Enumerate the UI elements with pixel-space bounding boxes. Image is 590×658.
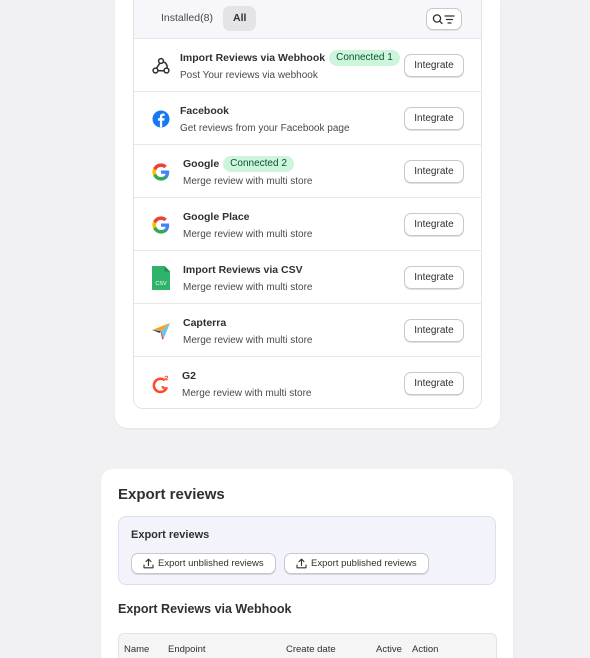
integrate-button[interactable]: Integrate [404,319,464,342]
integration-title: Import Reviews via Webhook [180,52,326,64]
integrate-button[interactable]: Integrate [404,160,464,183]
export-unpublished-button[interactable]: Export unblished reviews [131,553,276,574]
integration-title-line: Facebook [180,102,229,120]
integration-title-line: Google Connected 2 [183,155,294,173]
status-badge: Connected 1 [329,50,400,66]
capterra-icon [152,323,170,340]
integrate-button[interactable]: Integrate [404,213,464,236]
csv-icon-text: CSV [155,281,167,287]
integration-row-csv: CSV Import Reviews via CSV Merge review … [134,251,481,304]
export-published-label: Export published reviews [311,558,417,569]
integration-title: Facebook [180,105,230,117]
integration-title-line: Capterra [183,314,226,332]
export-reviews-heading: Export reviews [118,486,225,503]
tab-installed[interactable]: Installed(8) [153,6,221,31]
search-filter-icon [432,14,455,25]
integration-row-google: Google Connected 2 Merge review with mul… [134,145,481,198]
integration-row-google-place: Google Place Merge review with multi sto… [134,198,481,251]
column-header-action: Action [412,644,439,655]
integration-row-webhook: Import Reviews via Webhook Connected 1 P… [134,39,481,92]
export-published-button[interactable]: Export published reviews [284,553,429,574]
integration-title-line: G2 [182,367,196,385]
integration-title: Google [183,158,220,170]
csv-file-icon: CSV [152,266,170,290]
google-icon [152,216,170,234]
export-reviews-box: Export reviews Export unblished reviews … [118,516,496,585]
column-header-name: Name [124,644,150,655]
integration-title-line: Import Reviews via Webhook Connected 1 [180,49,400,67]
filter-tab-bar: Installed(8) All [134,0,481,39]
integration-description: Merge review with multi store [183,176,313,187]
integrations-list-panel: Installed(8) All Import Reviews via Webh… [133,0,482,409]
integration-title: G2 [182,370,197,382]
integration-title: Capterra [183,317,227,329]
integration-description: Merge review with multi store [183,229,313,240]
facebook-icon [152,110,170,128]
column-header-active: Active [376,644,402,655]
integration-title-line: Google Place [183,208,250,226]
column-header-create-date: Create date [286,644,336,655]
integrate-button[interactable]: Integrate [404,372,464,395]
integration-description: Get reviews from your Facebook page [180,123,350,134]
export-reviews-card: Export reviews Export reviews Export unb… [101,469,513,658]
integration-description: Merge review with multi store [183,335,313,346]
status-badge: Connected 2 [223,156,294,172]
export-unpublished-label: Export unblished reviews [158,558,264,569]
webhook-icon [152,57,170,74]
integration-description: Post Your reviews via webhook [180,70,318,81]
integration-description: Merge review with multi store [183,282,313,293]
webhook-export-heading: Export Reviews via Webhook [118,602,292,616]
integration-row-g2: G2 Merge review with multi store Integra… [134,357,481,408]
integration-row-capterra: Capterra Merge review with multi store I… [134,304,481,357]
upload-icon [296,558,307,569]
integration-title: Google Place [183,211,250,223]
integration-title-line: Import Reviews via CSV [183,261,303,279]
export-box-title: Export reviews [131,529,210,541]
integration-title: Import Reviews via CSV [183,264,303,276]
search-filter-button[interactable] [426,8,462,30]
column-header-endpoint: Endpoint [168,644,206,655]
tab-all[interactable]: All [223,6,257,31]
integration-row-facebook: Facebook Get reviews from your Facebook … [134,92,481,145]
integrate-button[interactable]: Integrate [404,107,464,130]
g2-icon [152,375,169,394]
webhook-table-header: Name Endpoint Create date Active Action [118,633,497,658]
integration-description: Merge review with multi store [182,388,312,399]
integrate-button[interactable]: Integrate [404,54,464,77]
upload-icon [143,558,154,569]
google-icon [152,163,170,181]
integrate-button[interactable]: Integrate [404,266,464,289]
integrations-card: Installed(8) All Import Reviews via Webh… [115,0,500,428]
